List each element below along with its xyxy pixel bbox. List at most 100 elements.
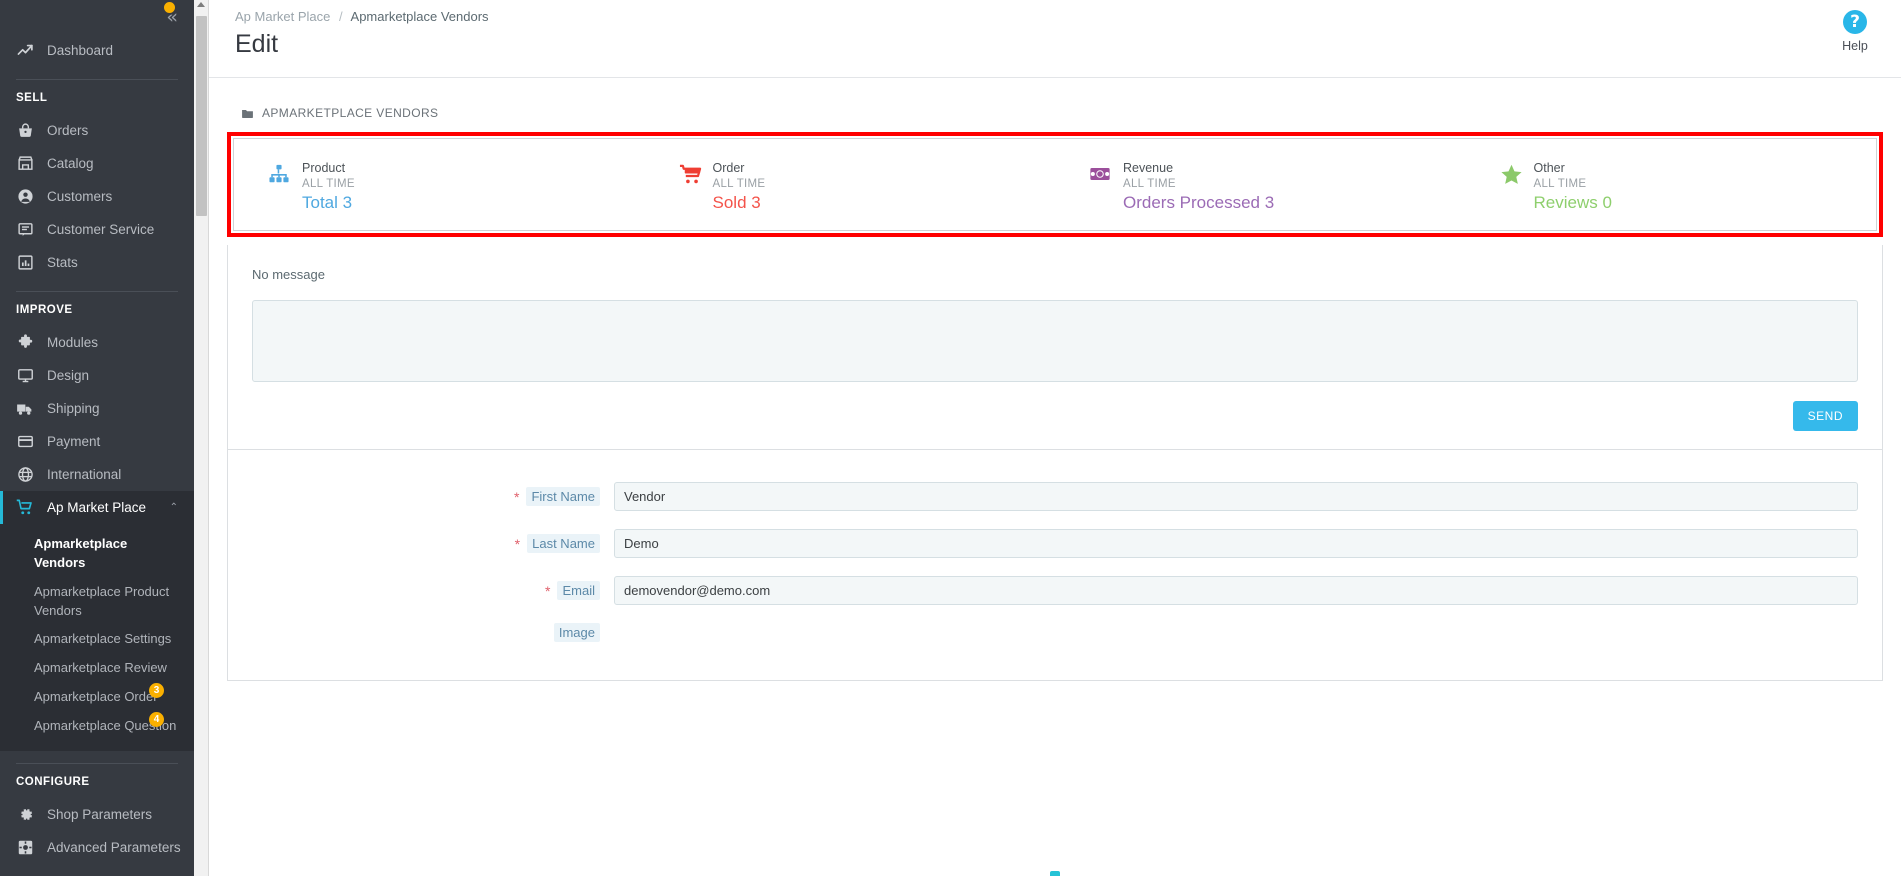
required-asterisk-icon: * [513, 488, 520, 505]
stat-value: Orders Processed 3 [1123, 193, 1275, 212]
sidebar-subitem-apmarketplace-order[interactable]: Apmarketplace Order 3 [0, 683, 194, 712]
sidebar-item-stats[interactable]: Stats [0, 246, 194, 279]
form-label-cell: Image [252, 623, 614, 642]
sidebar-item-design[interactable]: Design [0, 359, 194, 392]
sidebar-item-dashboard[interactable]: Dashboard [0, 34, 194, 67]
sidebar-item-shipping[interactable]: Shipping [0, 392, 194, 425]
app-root: « Dashboard SELL Orders Catalog Customer… [0, 0, 1901, 876]
stat-period: ALL TIME [712, 178, 766, 190]
sidebar-item-label: Catalog [47, 156, 94, 171]
chat-icon [16, 221, 34, 239]
send-button[interactable]: SEND [1792, 401, 1858, 431]
scroll-up-arrow-icon[interactable] [197, 2, 205, 7]
page-body: APMARKETPLACE VENDORS Product ALL TIME T… [209, 78, 1901, 681]
last-name-input[interactable] [614, 529, 1858, 558]
help-button[interactable]: ? Help [1827, 10, 1883, 53]
page-scrollbar[interactable] [194, 0, 209, 876]
sidebar-item-international[interactable]: International [0, 458, 194, 491]
trending-up-icon [16, 42, 34, 60]
main-content: Ap Market Place / Apmarketplace Vendors … [209, 0, 1901, 876]
form-label-cell: * First Name [252, 487, 614, 506]
sidebar-section-title-configure: CONFIGURE [16, 775, 90, 788]
stats-highlight-box: Product ALL TIME Total 3 Order ALL TIME [227, 132, 1883, 237]
first-name-input[interactable] [614, 482, 1858, 511]
sidebar-divider-1 [16, 79, 178, 80]
gear-box-icon [16, 838, 34, 856]
sidebar-item-catalog[interactable]: Catalog [0, 147, 194, 180]
email-label: Email [557, 581, 600, 600]
breadcrumb-parent[interactable]: Ap Market Place [235, 9, 330, 24]
sidebar-item-label: Dashboard [47, 43, 114, 58]
chevron-up-icon[interactable]: ⌃ [170, 502, 178, 513]
form-label-cell: * Email [252, 581, 614, 600]
breadcrumb: Ap Market Place / Apmarketplace Vendors [235, 6, 1875, 24]
sidebar-item-label: Shop Parameters [47, 806, 153, 822]
puzzle-icon [16, 334, 34, 352]
sidebar-item-orders[interactable]: Orders [0, 114, 194, 147]
notification-dot[interactable] [162, 0, 177, 15]
no-message-text: No message [252, 267, 325, 282]
bar-chart-icon [16, 254, 34, 272]
upload-button-partial[interactable] [1050, 871, 1060, 876]
stat-value: Total 3 [302, 193, 353, 212]
sidebar-item-advanced-parameters[interactable]: Advanced Parameters [0, 831, 194, 864]
stat-period: ALL TIME [302, 178, 355, 190]
sidebar-item-label: Design [47, 368, 90, 383]
sidebar-item-modules[interactable]: Modules [0, 326, 194, 359]
image-label: Image [553, 623, 600, 642]
shopping-cart-icon [679, 163, 701, 185]
page-title: Edit [235, 30, 279, 58]
sidebar-item-customers[interactable]: Customers [0, 180, 194, 213]
sidebar-item-label: Modules [47, 335, 99, 350]
stat-value: Sold 3 [712, 193, 761, 212]
sidebar-subitem-label: Apmarketplace Order [34, 689, 158, 705]
gear-icon [16, 805, 34, 823]
stat-value: Reviews 0 [1533, 193, 1612, 212]
message-textarea[interactable] [252, 300, 1858, 382]
sidebar-subitem-apmarketplace-settings[interactable]: Apmarketplace Settings [0, 625, 194, 654]
panel-title: APMARKETPLACE VENDORS [262, 106, 439, 120]
form-row-first-name: * First Name [252, 482, 1858, 511]
sidebar-item-label: Ap Market Place [47, 500, 147, 515]
sidebar-subitem-apmarketplace-review[interactable]: Apmarketplace Review [0, 654, 194, 683]
sidebar-subitem-label: Apmarketplace Vendors [34, 536, 128, 570]
sidebar-subitem-apmarketplace-question[interactable]: Apmarketplace Question 4 [0, 711, 194, 741]
ap-market-place-submenu: Apmarketplace Vendors Apmarketplace Prod… [0, 524, 194, 751]
sidebar-item-ap-market-place[interactable]: Ap Market Place ⌃ [0, 491, 194, 524]
sitemap-icon [268, 163, 290, 185]
sidebar-item-label: Shipping [47, 401, 100, 416]
stats-card: Product ALL TIME Total 3 Order ALL TIME [233, 138, 1877, 231]
monitor-icon [16, 367, 34, 385]
status-badge: 3 [149, 683, 164, 699]
truck-icon [16, 400, 34, 418]
sidebar-item-customer-service[interactable]: Customer Service [0, 213, 194, 246]
sidebar-section-title-improve: IMPROVE [16, 304, 73, 316]
send-row: SEND [252, 401, 1858, 431]
scrollbar-thumb[interactable] [196, 16, 207, 216]
stat-product: Product ALL TIME Total 3 [234, 139, 645, 230]
sidebar-item-label: Customers [47, 189, 113, 204]
money-bill-icon [1089, 163, 1111, 185]
status-badge: 4 [149, 711, 164, 727]
person-icon [16, 188, 34, 206]
email-input[interactable] [614, 576, 1858, 605]
stat-label: Revenue [1123, 161, 1174, 175]
credit-card-icon [16, 433, 34, 451]
sidebar-subitem-apmarketplace-vendors[interactable]: Apmarketplace Vendors [0, 530, 194, 578]
sidebar-item-label: Stats [47, 255, 78, 270]
sidebar-item-label: International [47, 467, 122, 482]
stat-label: Other [1533, 161, 1565, 175]
sidebar-divider-2 [16, 291, 178, 292]
form-row-email: * Email [252, 576, 1858, 605]
sidebar-item-payment[interactable]: Payment [0, 425, 194, 458]
last-name-label: Last Name [527, 534, 600, 553]
sidebar-subitem-label: Apmarketplace Product Vendors [34, 583, 170, 618]
sidebar-item-shop-parameters[interactable]: Shop Parameters [0, 798, 194, 831]
sidebar-subitem-apmarketplace-product-vendors[interactable]: Apmarketplace Product Vendors [0, 578, 194, 626]
basket-icon [16, 122, 34, 140]
stat-order: Order ALL TIME Sold 3 [645, 139, 1056, 230]
sidebar-subitem-label: Apmarketplace Settings [34, 631, 172, 647]
stat-label: Order [712, 161, 745, 175]
globe-icon [16, 466, 34, 484]
sidebar-subitem-label: Apmarketplace Review [34, 660, 167, 676]
